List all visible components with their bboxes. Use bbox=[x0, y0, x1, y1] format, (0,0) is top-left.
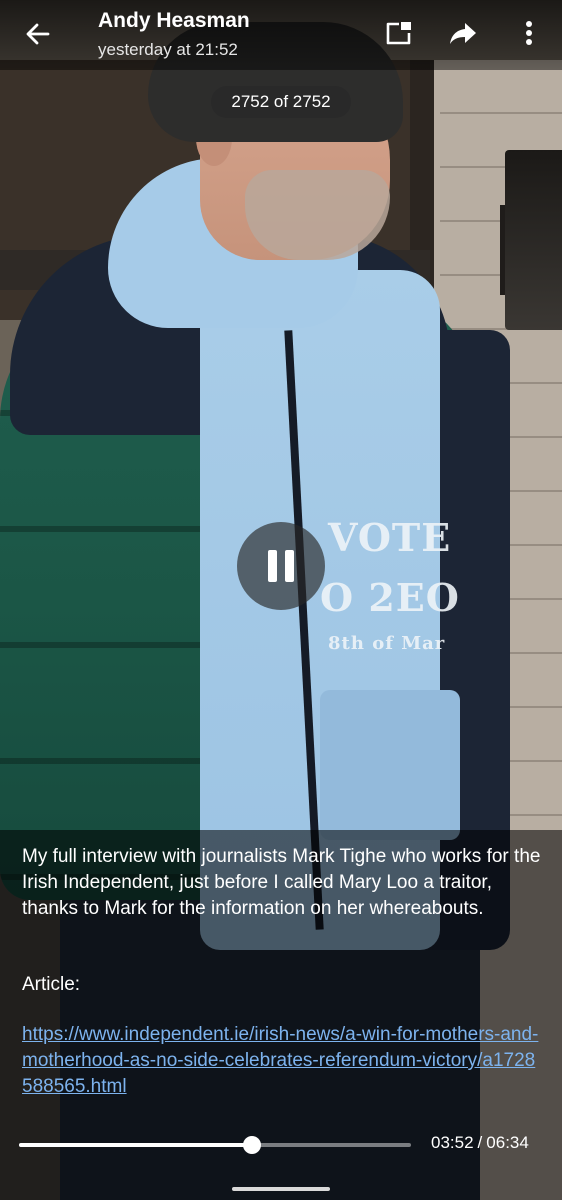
media-caption: My full interview with journalists Mark … bbox=[0, 830, 562, 1120]
share-button[interactable] bbox=[446, 16, 480, 50]
arrow-left-icon bbox=[26, 23, 50, 45]
playback-time: 03:52/06:34 bbox=[431, 1133, 529, 1153]
hoodie-print-line: O 2EO bbox=[320, 575, 460, 620]
top-app-bar: Andy Heasman yesterday at 21:52 bbox=[0, 0, 562, 70]
seek-bar-progress bbox=[19, 1143, 252, 1147]
wall-lamp bbox=[505, 150, 562, 330]
total-duration: 06:34 bbox=[486, 1133, 529, 1152]
hoodie-pocket bbox=[320, 690, 460, 840]
pause-icon bbox=[285, 550, 294, 582]
hoodie-print-line: 8th of Mar bbox=[328, 633, 446, 654]
caption-text: My full interview with journalists Mark … bbox=[22, 846, 541, 919]
pause-icon bbox=[268, 550, 277, 582]
share-forward-icon bbox=[450, 23, 476, 44]
picture-in-picture-button[interactable] bbox=[382, 16, 416, 50]
seek-bar-thumb[interactable] bbox=[242, 1136, 261, 1154]
more-vertical-icon bbox=[526, 21, 532, 45]
time-separator: / bbox=[477, 1133, 483, 1152]
pause-button[interactable] bbox=[237, 522, 325, 610]
picture-in-picture-icon bbox=[386, 22, 411, 45]
back-button[interactable] bbox=[18, 14, 58, 54]
media-counter: 2752 of 2752 bbox=[211, 86, 351, 118]
home-indicator[interactable] bbox=[232, 1187, 330, 1191]
sender-name: Andy Heasman bbox=[98, 9, 250, 32]
article-label: Article: bbox=[22, 974, 81, 995]
current-time: 03:52 bbox=[431, 1133, 474, 1152]
more-options-button[interactable] bbox=[512, 16, 546, 50]
article-link[interactable]: https://www.independent.ie/irish-news/a-… bbox=[22, 1022, 542, 1100]
hoodie-print-line: VOTE bbox=[328, 515, 452, 560]
message-timestamp: yesterday at 21:52 bbox=[98, 40, 238, 59]
video-player-controls: 03:52/06:34 bbox=[0, 1120, 562, 1200]
seek-bar[interactable] bbox=[19, 1136, 411, 1154]
